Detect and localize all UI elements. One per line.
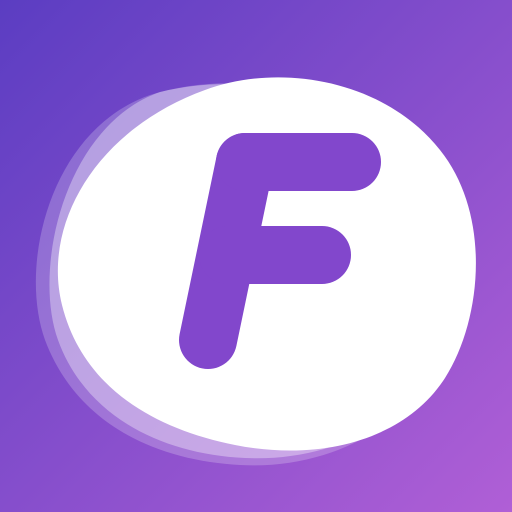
app-logo-icon <box>0 0 512 512</box>
app-icon <box>0 0 512 512</box>
